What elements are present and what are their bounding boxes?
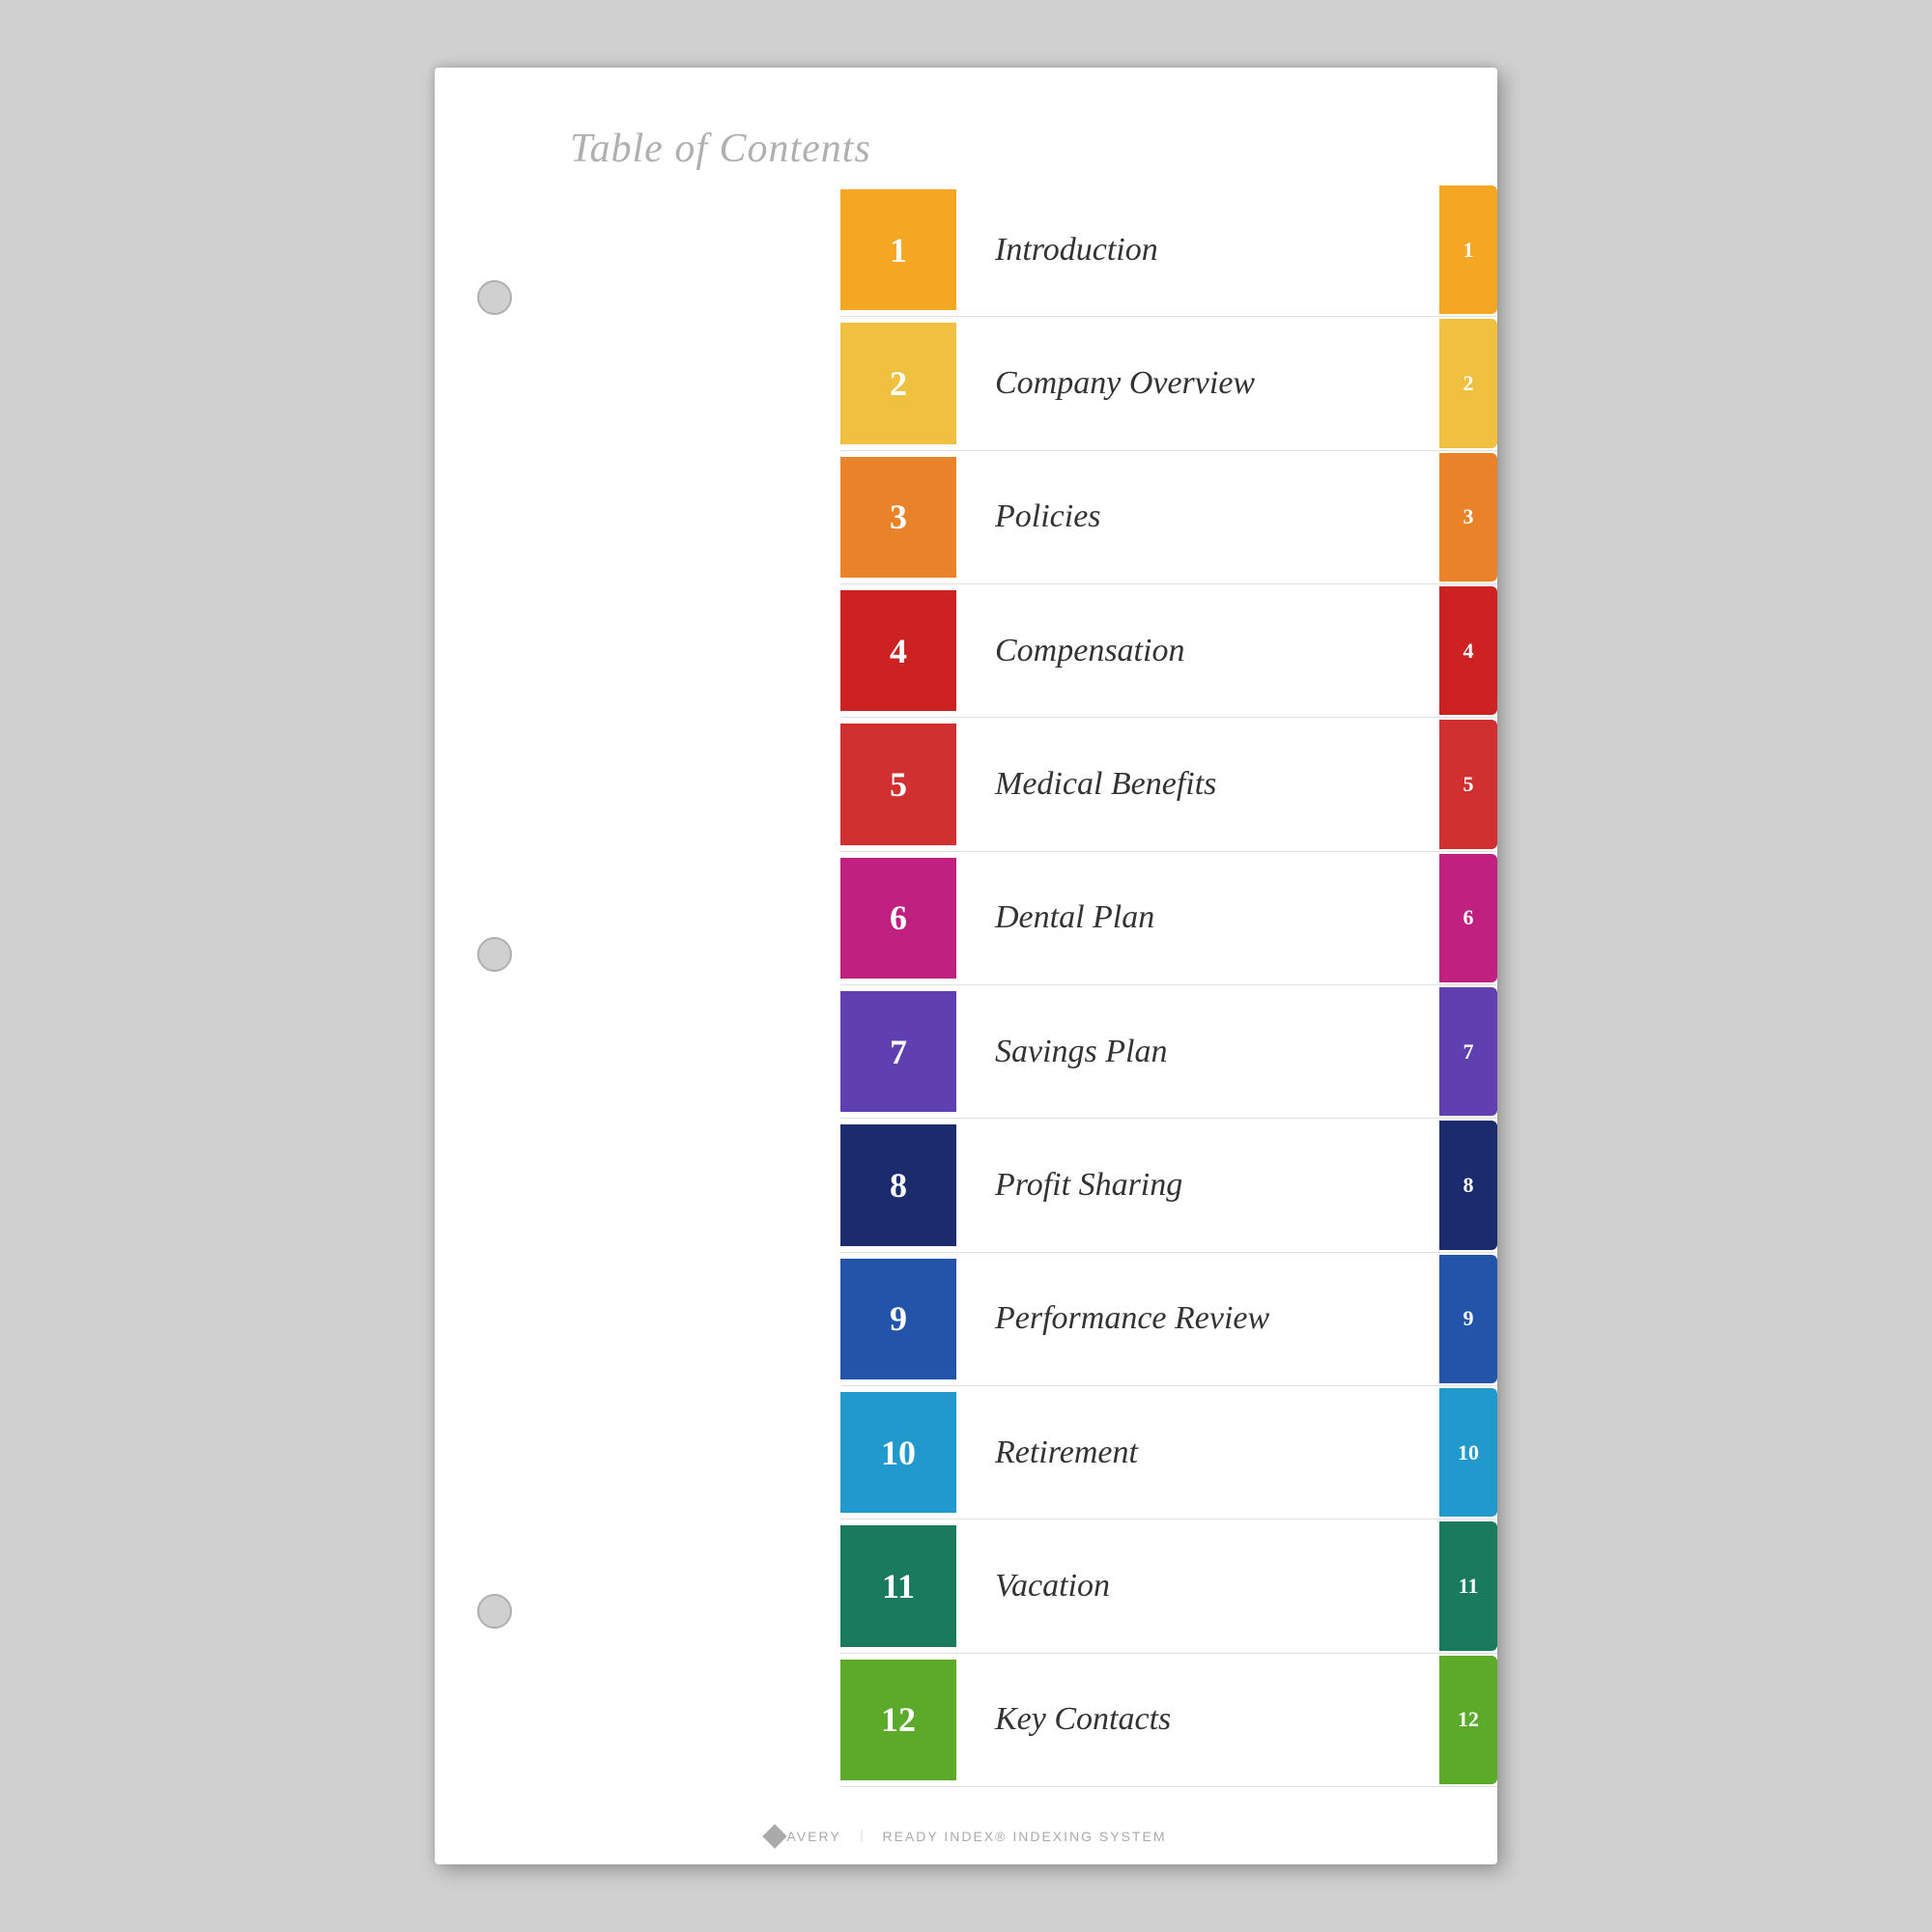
toc-label-1: Introduction <box>956 184 1439 316</box>
toc-label-12: Key Contacts <box>956 1654 1439 1786</box>
number-box-10: 10 <box>840 1392 956 1513</box>
page: Table of Contents 1Introduction12Company… <box>435 68 1497 1864</box>
number-box-7: 7 <box>840 991 956 1112</box>
toc-row: 3Policies3 <box>840 451 1497 584</box>
avery-logo: AVERY <box>766 1828 841 1845</box>
number-box-11: 11 <box>840 1525 956 1646</box>
number-box-1: 1 <box>840 189 956 310</box>
toc-row: 9Performance Review9 <box>840 1253 1497 1386</box>
avery-diamond-icon <box>762 1824 786 1848</box>
brand-name: AVERY <box>787 1829 841 1844</box>
number-box-8: 8 <box>840 1124 956 1245</box>
tab-1[interactable]: 1 <box>1439 185 1497 314</box>
toc-label-4: Compensation <box>956 584 1439 717</box>
toc-label-3: Policies <box>956 451 1439 583</box>
page-title: Table of Contents <box>570 126 871 172</box>
tab-12[interactable]: 12 <box>1439 1656 1497 1784</box>
footer-separator: | <box>861 1829 864 1844</box>
toc-row: 4Compensation4 <box>840 584 1497 718</box>
toc-label-6: Dental Plan <box>956 852 1439 984</box>
footer-product: READY INDEX® INDEXING SYSTEM <box>882 1829 1166 1844</box>
tab-6[interactable]: 6 <box>1439 854 1497 982</box>
toc-row: 7Savings Plan7 <box>840 985 1497 1119</box>
number-box-4: 4 <box>840 590 956 711</box>
toc-container: 1Introduction12Company Overview23Policie… <box>840 184 1497 1787</box>
toc-label-7: Savings Plan <box>956 985 1439 1118</box>
footer: AVERY | READY INDEX® INDEXING SYSTEM <box>435 1828 1497 1845</box>
hole-punch-3 <box>477 1594 512 1629</box>
tab-7[interactable]: 7 <box>1439 987 1497 1116</box>
tab-3[interactable]: 3 <box>1439 453 1497 582</box>
tab-9[interactable]: 9 <box>1439 1255 1497 1383</box>
tab-11[interactable]: 11 <box>1439 1521 1497 1650</box>
number-box-12: 12 <box>840 1660 956 1780</box>
toc-row: 5Medical Benefits5 <box>840 718 1497 851</box>
toc-row: 12Key Contacts12 <box>840 1654 1497 1787</box>
toc-label-9: Performance Review <box>956 1253 1439 1385</box>
toc-label-2: Company Overview <box>956 317 1439 449</box>
toc-label-8: Profit Sharing <box>956 1119 1439 1251</box>
number-box-5: 5 <box>840 724 956 844</box>
toc-row: 8Profit Sharing8 <box>840 1119 1497 1252</box>
tab-2[interactable]: 2 <box>1439 319 1497 447</box>
number-box-2: 2 <box>840 323 956 443</box>
toc-row: 2Company Overview2 <box>840 317 1497 450</box>
tab-10[interactable]: 10 <box>1439 1388 1497 1517</box>
hole-punch-2 <box>477 937 512 972</box>
toc-row: 6Dental Plan6 <box>840 852 1497 985</box>
tab-8[interactable]: 8 <box>1439 1121 1497 1249</box>
tab-4[interactable]: 4 <box>1439 586 1497 715</box>
toc-row: 11Vacation11 <box>840 1520 1497 1653</box>
number-box-3: 3 <box>840 457 956 578</box>
toc-label-10: Retirement <box>956 1386 1439 1519</box>
toc-label-5: Medical Benefits <box>956 718 1439 850</box>
number-box-9: 9 <box>840 1259 956 1379</box>
tab-5[interactable]: 5 <box>1439 720 1497 848</box>
number-box-6: 6 <box>840 858 956 979</box>
hole-punch-1 <box>477 280 512 315</box>
toc-row: 10Retirement10 <box>840 1386 1497 1520</box>
toc-row: 1Introduction1 <box>840 184 1497 317</box>
toc-label-11: Vacation <box>956 1520 1439 1652</box>
